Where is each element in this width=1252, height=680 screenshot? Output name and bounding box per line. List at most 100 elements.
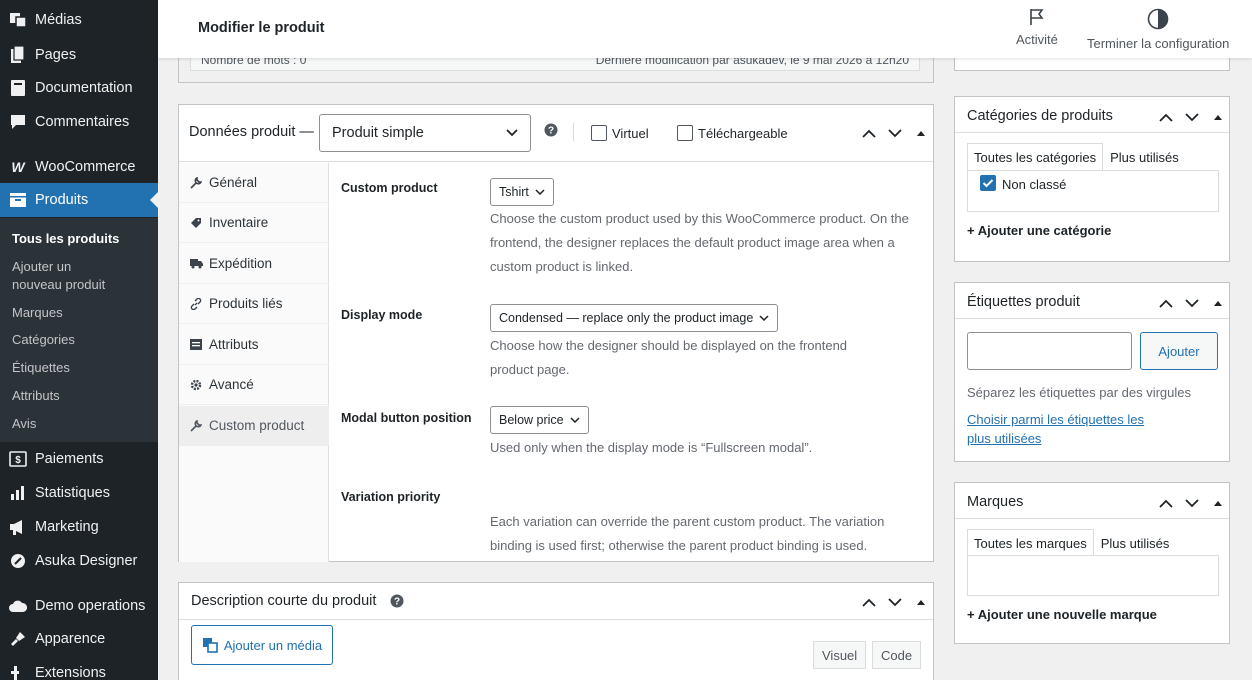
tags-title: Étiquettes produit [967, 294, 1080, 310]
product-type-value: Produit simple [332, 125, 424, 141]
box-controls [1158, 109, 1226, 125]
wrench-icon [189, 176, 203, 190]
tab-label: Custom product [209, 418, 305, 433]
menu-item-marketing[interactable]: Marketing [0, 510, 158, 544]
checkbox-box[interactable] [677, 125, 693, 141]
tab-all-brands[interactable]: Toutes les marques [967, 529, 1094, 558]
menu-item-asuka-designer[interactable]: Asuka Designer [0, 544, 158, 578]
help-icon[interactable]: ? [390, 594, 404, 611]
submenu-all-products[interactable]: Tous les produits [12, 230, 119, 248]
submenu-categories[interactable]: Catégories [12, 331, 75, 349]
tag-input[interactable] [967, 332, 1132, 370]
menu-label: Médias [35, 12, 82, 28]
divider [955, 132, 1229, 133]
products-icon [8, 190, 28, 210]
custom-product-select[interactable]: Tshirt [490, 178, 554, 206]
menu-item-pages[interactable]: Pages [0, 38, 158, 72]
display-mode-label: Display mode [341, 308, 423, 322]
menu-label: Produits [35, 192, 89, 208]
appearance-icon [8, 629, 28, 649]
tab-advanced[interactable]: Avancé [179, 365, 329, 405]
modal-button-position-label: Modal button position [341, 411, 472, 425]
move-down-icon[interactable] [887, 594, 903, 610]
tab-shipping[interactable]: Expédition [179, 244, 329, 284]
submenu-reviews[interactable]: Avis [12, 415, 36, 433]
products-submenu: Tous les produits Ajouter un nouveau pro… [0, 218, 158, 442]
product-type-select[interactable]: Produit simple [319, 114, 531, 152]
tab-visual[interactable]: Visuel [813, 641, 867, 669]
modal-button-position-value: Below price [499, 413, 564, 427]
move-up-icon[interactable] [861, 594, 877, 610]
tab-most-used-categories[interactable]: Plus utilisés [1103, 143, 1186, 172]
tab-general[interactable]: Général [179, 163, 329, 203]
display-mode-select[interactable]: Condensed — replace only the product ima… [490, 304, 779, 332]
svg-text:?: ? [548, 126, 554, 137]
move-up-icon[interactable] [1158, 495, 1174, 511]
move-down-icon[interactable] [1184, 295, 1200, 311]
chevron-down-icon [570, 417, 580, 423]
box-controls [1158, 495, 1226, 511]
toggle-panel-icon[interactable] [913, 594, 929, 610]
category-label: Non classé [1002, 177, 1067, 192]
tab-custom-product[interactable]: Custom product [179, 406, 329, 446]
tab-code[interactable]: Code [872, 641, 922, 669]
menu-label: WooCommerce [35, 159, 136, 175]
toggle-panel-icon[interactable] [1210, 295, 1226, 311]
toggle-panel-icon[interactable] [1210, 495, 1226, 511]
menu-item-appearance[interactable]: Apparence [0, 622, 158, 656]
move-up-icon[interactable] [1158, 109, 1174, 125]
finish-setup-button[interactable]: Terminer la configuration [1087, 8, 1229, 51]
menu-item-woocommerce[interactable]: W WooCommerce [0, 150, 158, 184]
menu-item-medias[interactable]: Médias [0, 3, 158, 37]
tab-inventory[interactable]: Inventaire [179, 203, 329, 243]
submenu-attributes[interactable]: Attributs [12, 387, 60, 405]
variation-priority-label: Variation priority [341, 490, 441, 504]
link-icon [189, 297, 203, 311]
menu-label: Commentaires [35, 114, 130, 130]
menu-item-comments[interactable]: Commentaires [0, 105, 158, 139]
checkbox-box[interactable] [591, 125, 607, 141]
custom-product-description: Choose the custom product used by this W… [490, 211, 909, 274]
activity-button[interactable]: Activité [1016, 8, 1058, 47]
modal-button-position-select[interactable]: Below price [490, 406, 589, 434]
designer-icon [8, 551, 28, 571]
submenu-tags[interactable]: Étiquettes [12, 359, 70, 377]
tab-attributes[interactable]: Attributs [179, 325, 329, 365]
choose-most-used-tags-link[interactable]: Choisir parmi les étiquettes les plus ut… [967, 410, 1167, 448]
menu-item-demo-operations[interactable]: Demo operations [0, 589, 158, 623]
add-tag-button[interactable]: Ajouter [1140, 332, 1218, 370]
tab-all-categories[interactable]: Toutes les catégories [967, 143, 1104, 172]
move-down-icon[interactable] [887, 125, 903, 141]
toggle-panel-icon[interactable] [1210, 109, 1226, 125]
downloadable-checkbox[interactable]: Téléchargeable [677, 125, 788, 141]
submenu-add-product[interactable]: Ajouter un nouveau produit [12, 258, 122, 294]
help-icon[interactable]: ? [544, 123, 558, 140]
menu-item-products[interactable]: Produits [0, 183, 158, 217]
menu-item-documentation[interactable]: Documentation [0, 71, 158, 105]
custom-product-label: Custom product [341, 181, 438, 195]
display-mode-value: Condensed — replace only the product ima… [499, 311, 754, 325]
add-brand-link[interactable]: + Ajouter une nouvelle marque [967, 607, 1157, 622]
add-category-link[interactable]: + Ajouter une catégorie [967, 223, 1111, 238]
tab-most-used-brands[interactable]: Plus utilisés [1094, 529, 1177, 558]
submenu-brands[interactable]: Marques [12, 304, 63, 322]
toggle-panel-icon[interactable] [913, 125, 929, 141]
category-item[interactable]: Non classé [980, 175, 1066, 194]
move-up-icon[interactable] [861, 125, 877, 141]
virtual-checkbox[interactable]: Virtuel [591, 125, 649, 141]
divider [955, 318, 1229, 319]
move-down-icon[interactable] [1184, 109, 1200, 125]
checkbox-checked-icon[interactable] [980, 175, 996, 194]
tab-label: Inventaire [209, 215, 269, 230]
tab-linked-products[interactable]: Produits liés [179, 284, 329, 324]
menu-item-payments[interactable]: $ Paiements [0, 442, 158, 476]
progress-circle-icon [1147, 8, 1169, 30]
variation-priority-description: Each variation can override the parent c… [490, 514, 885, 553]
menu-item-stats[interactable]: Statistiques [0, 476, 158, 510]
add-media-label: Ajouter un média [223, 637, 323, 653]
add-media-button[interactable]: Ajouter un média [191, 625, 333, 665]
move-up-icon[interactable] [1158, 295, 1174, 311]
product-data-tabs: Général Inventaire Expédition Produits l… [179, 163, 329, 562]
menu-item-extensions[interactable]: Extensions [0, 656, 158, 680]
move-down-icon[interactable] [1184, 495, 1200, 511]
